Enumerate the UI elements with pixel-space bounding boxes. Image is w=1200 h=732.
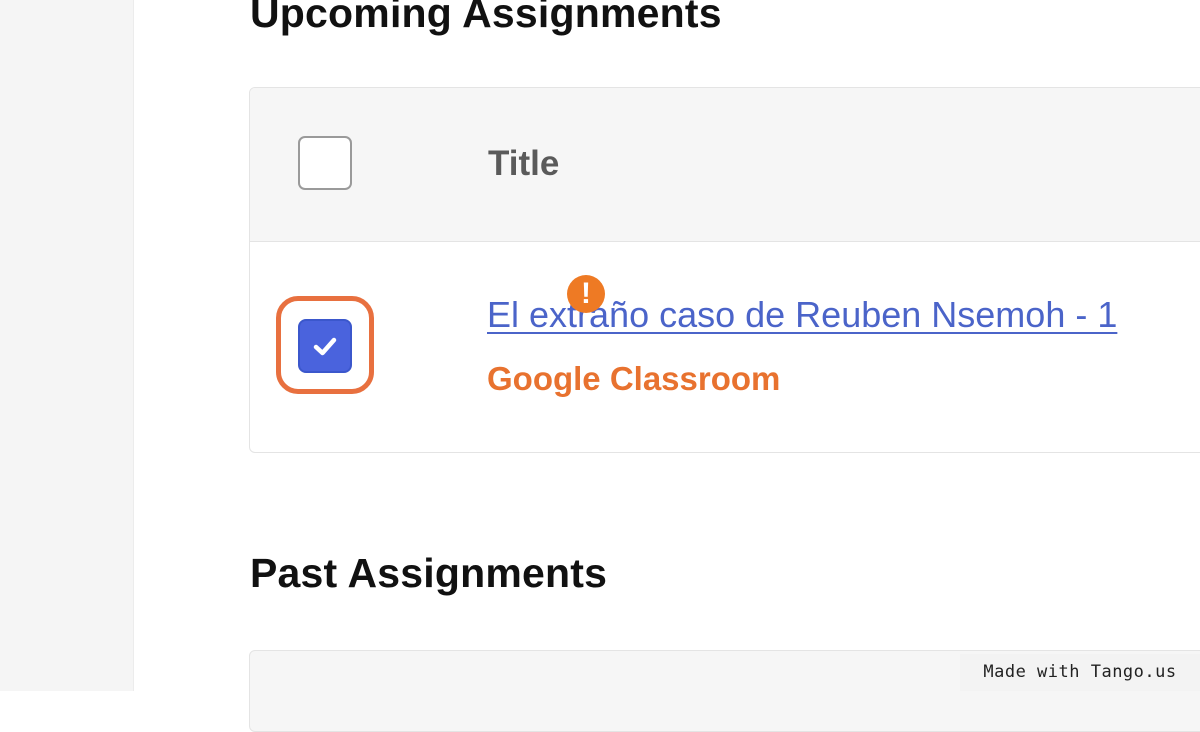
select-all-checkbox[interactable]: [298, 136, 352, 190]
exclamation-alert-icon[interactable]: !: [567, 275, 605, 313]
left-sidebar-panel: [0, 0, 134, 691]
past-assignments-heading: Past Assignments: [250, 550, 608, 596]
assignment-source-label: Google Classroom: [487, 360, 781, 397]
row-select-checkbox[interactable]: [298, 319, 352, 373]
table-header-row: Title: [250, 88, 1200, 242]
upcoming-assignments-heading: Upcoming Assignments: [250, 0, 722, 36]
tango-watermark: Made with Tango.us: [960, 654, 1200, 691]
title-column-header[interactable]: Title: [488, 144, 559, 184]
upcoming-assignments-table: Title El extraño caso de Reuben Nsemoh -…: [249, 87, 1200, 453]
checkmark-icon: [313, 337, 337, 356]
